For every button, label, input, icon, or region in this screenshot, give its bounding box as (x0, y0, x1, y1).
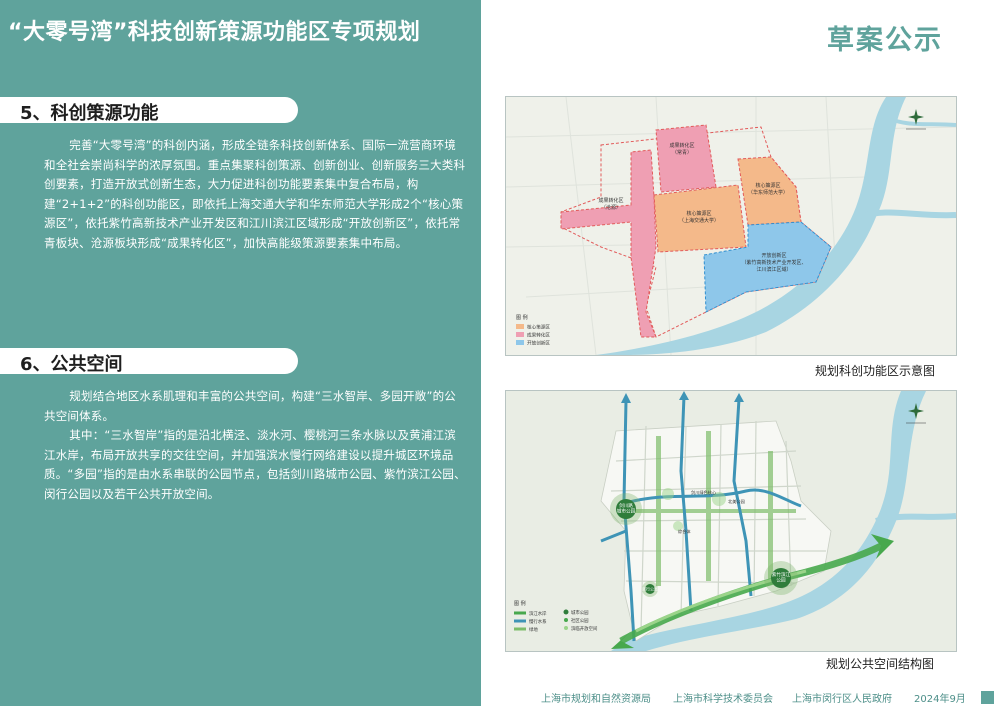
corner-mark (981, 691, 994, 704)
footer-org-2: 上海市科学技术委员会 (673, 694, 773, 705)
footer-org-3: 上海市闵行区人民政府 (792, 694, 892, 705)
page-title: “大零号湾”科技创新策源功能区专项规划 (8, 20, 421, 45)
park-jianchuan: 剑川路城市公园 (610, 493, 642, 525)
map-functional-zones: 成果转化区（常青） 成果转化区（沧源） 核心策源区（上海交通大学） 核心策源区（… (505, 96, 957, 356)
section-6-body: 规划结合地区水系肌理和丰富的公共空间，构建“三水智岸、多园开敞”的公共空间体系。… (44, 387, 467, 504)
footer-date: 2024年9月 (914, 694, 966, 705)
svg-text:图 例: 图 例 (514, 600, 526, 607)
map-public-space-svg: 剑川路城市公园 紫竹滨江公园 闵行公园 剑川绿色核心 北美公园 综合体 图 例 (506, 391, 956, 651)
stage-label: 草案公示 (827, 25, 943, 56)
section-6-heading: 6、公共空间 (20, 354, 123, 375)
svg-text:滨临开放空间: 滨临开放空间 (571, 625, 597, 632)
section-5-heading-bar: 5、科创策源功能 (0, 97, 298, 124)
map2-caption: 规划公共空间结构图 (826, 657, 935, 671)
svg-text:成果转化区: 成果转化区 (527, 332, 550, 339)
map-functional-zones-svg: 成果转化区（常青） 成果转化区（沧源） 核心策源区（上海交通大学） 核心策源区（… (506, 97, 956, 355)
map-public-space: 剑川路城市公园 紫竹滨江公园 闵行公园 剑川绿色核心 北美公园 综合体 图 例 (505, 390, 957, 652)
svg-text:北美公园: 北美公园 (728, 498, 745, 505)
section-5-paragraph: 完善“大零号湾”的科创内涵，形成全链条科技创新体系、国际一流营商环境和全社会崇尚… (44, 138, 466, 250)
svg-text:综合体: 综合体 (678, 528, 691, 535)
section-6-paragraph-2: 其中：“三水智岸”指的是沿北横泾、淡水河、樱桃河三条水脉以及黄浦江滨江水岸，布局… (44, 428, 466, 501)
park-zizhu: 紫竹滨江公园 (764, 561, 798, 595)
svg-text:城市公园: 城市公园 (571, 609, 589, 616)
map1-caption: 规划科创功能区示意图 (815, 364, 936, 378)
svg-text:闵行公园: 闵行公园 (642, 586, 658, 592)
svg-text:核心策源区: 核心策源区 (527, 324, 550, 331)
park-minhang: 闵行公园 (642, 581, 658, 597)
svg-text:开放创新区: 开放创新区 (527, 340, 550, 347)
svg-text:慢行水系: 慢行水系 (529, 618, 547, 625)
svg-text:绿地: 绿地 (529, 626, 538, 633)
svg-text:滨江水岸: 滨江水岸 (529, 610, 547, 617)
svg-text:社区公园: 社区公园 (571, 617, 589, 624)
section-5-body: 完善“大零号湾”的科创内涵，形成全链条科技创新体系、国际一流营商环境和全社会崇尚… (44, 136, 467, 253)
section-6-heading-bar: 6、公共空间 (0, 348, 298, 375)
footer-org-1: 上海市规划和自然资源局 (541, 694, 651, 705)
svg-text:剑川绿色核心: 剑川绿色核心 (691, 489, 717, 496)
zone-chengguo-top (655, 124, 717, 193)
svg-text:剑川路城市公园: 剑川路城市公园 (617, 502, 636, 515)
map1-legend-title: 图 例 (516, 314, 528, 321)
section-5-heading: 5、科创策源功能 (20, 103, 159, 124)
section-6-paragraph-1: 规划结合地区水系肌理和丰富的公共空间，构建“三水智岸、多园开敞”的公共空间体系。 (44, 389, 457, 423)
